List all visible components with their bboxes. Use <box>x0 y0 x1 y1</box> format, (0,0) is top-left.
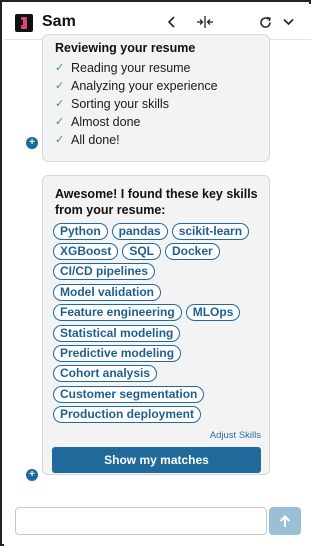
progress-step: ✓ Analyzing your experience <box>55 79 218 93</box>
skill-chip[interactable]: Predictive modeling <box>53 345 182 363</box>
refresh-icon[interactable] <box>257 10 273 34</box>
skill-chip[interactable]: pandas <box>111 222 168 240</box>
progress-steps: ✓ Reading your resume ✓ Analyzing your exp… <box>55 59 218 149</box>
progress-step: ✓ Sorting your skills <box>55 97 169 111</box>
skill-chips: Python pandas scikit-learn XGBoost SQL Docke… <box>53 221 268 425</box>
check-icon: ✓ <box>55 62 65 74</box>
skill-chip[interactable]: Feature engineering <box>53 304 182 322</box>
skill-chip[interactable]: SQL <box>122 243 162 261</box>
collapse-icon[interactable] <box>194 10 216 34</box>
check-icon: ✓ <box>55 80 65 92</box>
app-frame: Sam Reviewing your resume ✓ Reading your… <box>0 0 311 546</box>
skill-chip[interactable]: MLOps <box>185 304 241 322</box>
send-button[interactable] <box>269 507 301 535</box>
app-logo-icon <box>15 14 33 32</box>
assistant-avatar-icon: + <box>26 137 38 149</box>
composer <box>4 500 311 546</box>
skill-chip[interactable]: Model validation <box>53 283 162 301</box>
chevron-left-icon[interactable] <box>164 10 180 34</box>
progress-step: ✓ Almost done <box>55 115 141 129</box>
skill-chip[interactable]: Statistical modeling <box>53 324 181 342</box>
skill-chip[interactable]: Python <box>53 222 108 240</box>
skill-chip[interactable]: XGBoost <box>53 243 119 261</box>
check-icon: ✓ <box>55 134 65 146</box>
check-icon: ✓ <box>55 98 65 110</box>
check-icon: ✓ <box>55 116 65 128</box>
arrow-up-icon <box>279 514 291 527</box>
skill-chip[interactable]: CI/CD pipelines <box>53 263 156 281</box>
skill-chip[interactable]: Production deployment <box>53 406 202 424</box>
skill-chip[interactable]: Customer segmentation <box>53 385 205 403</box>
chevron-down-icon[interactable] <box>280 10 296 34</box>
message-input[interactable] <box>15 507 267 535</box>
skill-chip[interactable]: Cohort analysis <box>53 365 158 383</box>
progress-step: ✓ All done! <box>55 133 120 147</box>
show-matches-button[interactable]: Show my matches <box>52 447 261 473</box>
progress-title: Reviewing your resume <box>55 41 196 55</box>
progress-step: ✓ Reading your resume <box>55 61 191 75</box>
app-title: Sam <box>42 13 76 30</box>
resume-progress-message: Reviewing your resume ✓ Reading your resu… <box>42 34 270 162</box>
assistant-avatar-icon: + <box>26 469 38 481</box>
skill-chip[interactable]: scikit-learn <box>171 222 250 240</box>
skills-title: Awesome! I found these key skills from y… <box>55 187 258 217</box>
skill-chip[interactable]: Docker <box>165 243 220 261</box>
adjust-skills-link[interactable]: Adjust Skills <box>210 430 261 441</box>
skills-message: Awesome! I found these key skills from y… <box>42 175 270 475</box>
chat-area[interactable]: Reviewing your resume ✓ Reading your resu… <box>4 34 311 500</box>
